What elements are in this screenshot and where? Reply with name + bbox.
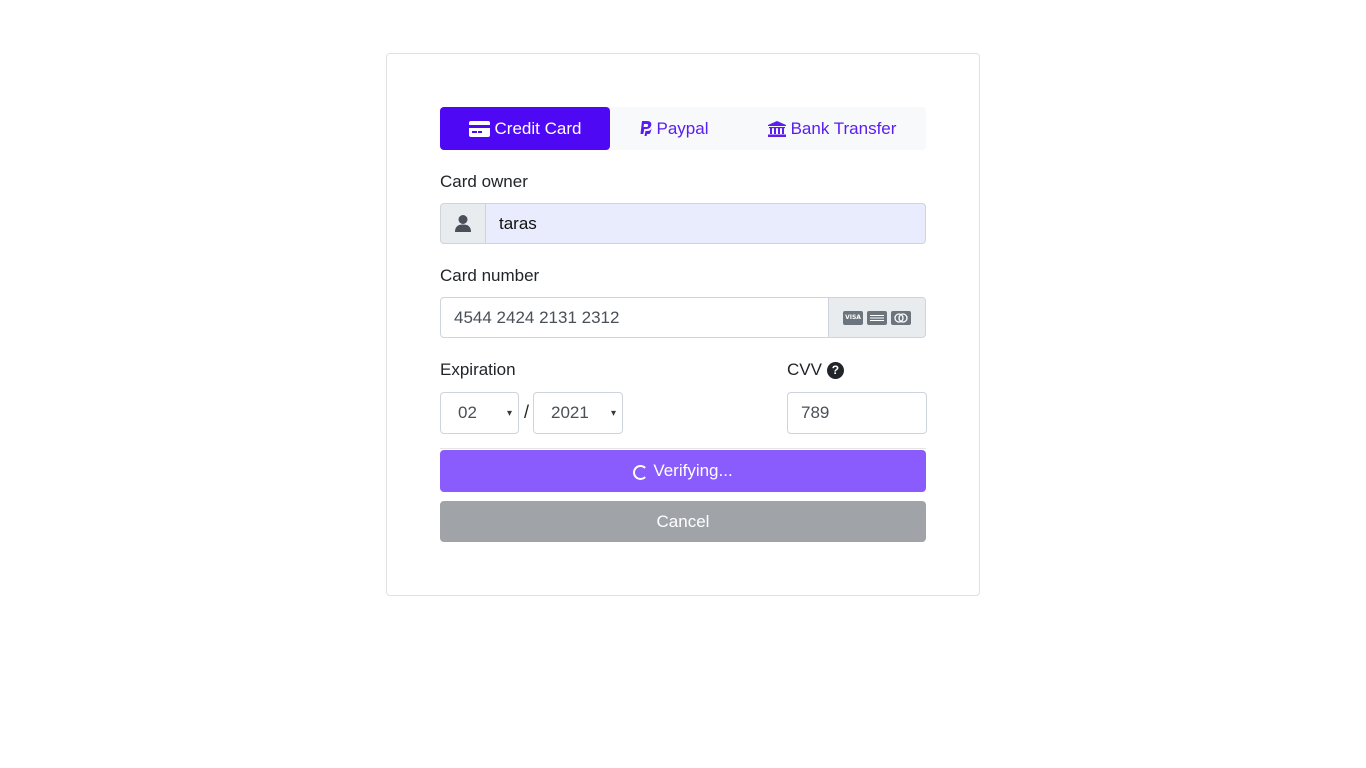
cancel-button[interactable]: Cancel <box>440 501 926 542</box>
tab-paypal-label: Paypal <box>656 118 709 138</box>
amex-icon <box>867 310 887 325</box>
payment-card: Credit Card Paypal Bank Transfer Card ow… <box>386 53 980 596</box>
chevron-down-icon: ▾ <box>610 407 616 419</box>
expiration-month-select[interactable]: 02 ▾ <box>440 392 519 434</box>
verify-button[interactable]: Verifying... <box>440 450 926 492</box>
user-icon <box>455 215 471 232</box>
tab-bank-transfer-label: Bank Transfer <box>790 118 897 138</box>
bank-icon <box>767 120 786 137</box>
tab-bank-transfer[interactable]: Bank Transfer <box>738 107 926 150</box>
spinner-icon <box>633 465 649 480</box>
owner-addon <box>440 203 486 244</box>
tab-credit-card[interactable]: Credit Card <box>440 107 610 150</box>
expiration-label: Expiration <box>440 360 516 379</box>
visa-icon: VISA <box>843 310 863 325</box>
expiration-month-value: 02 <box>458 403 477 422</box>
expiration-year-select[interactable]: 2021 ▾ <box>533 392 623 434</box>
card-brands-addon: VISA <box>829 297 926 338</box>
credit-card-icon <box>468 120 490 137</box>
cancel-button-label: Cancel <box>656 511 710 531</box>
cvv-label: CVV <box>787 360 822 379</box>
divider <box>440 448 926 449</box>
expiration-separator: / <box>524 402 530 422</box>
tab-credit-card-label: Credit Card <box>494 118 582 138</box>
verify-button-label: Verifying... <box>653 461 733 480</box>
card-number-group: 4544 2424 2131 2312 VISA <box>440 297 926 338</box>
cvv-input[interactable]: 789 <box>787 392 927 434</box>
question-circle-icon[interactable]: ? <box>826 361 844 379</box>
tab-paypal[interactable]: Paypal <box>610 107 738 150</box>
card-owner-group: taras <box>440 203 926 244</box>
card-owner-input[interactable]: taras <box>486 203 926 244</box>
paypal-icon <box>640 121 652 136</box>
expiration-year-value: 2021 <box>551 403 589 422</box>
card-owner-label: Card owner <box>440 172 528 191</box>
mastercard-icon <box>891 310 911 325</box>
chevron-down-icon: ▾ <box>506 407 512 419</box>
payment-method-tabs: Credit Card Paypal Bank Transfer <box>440 107 926 150</box>
card-number-label: Card number <box>440 266 540 285</box>
card-number-input[interactable]: 4544 2424 2131 2312 <box>440 297 829 338</box>
cvv-label-group: CVV ? <box>787 360 844 380</box>
